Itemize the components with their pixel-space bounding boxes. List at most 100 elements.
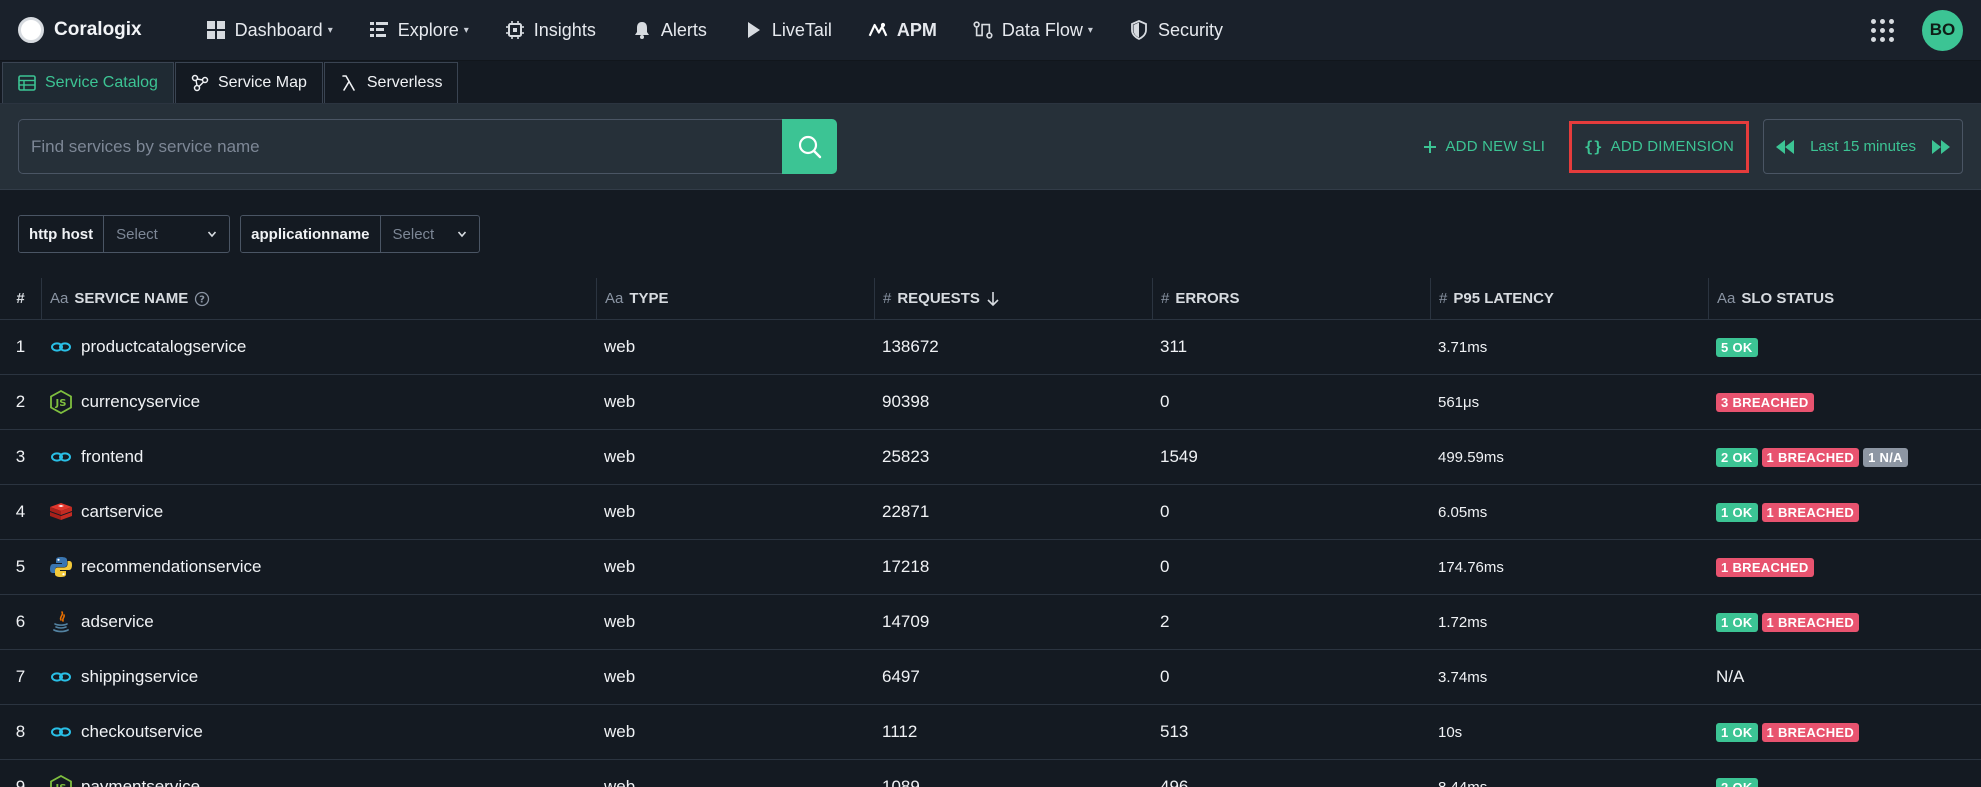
- tab-serverless[interactable]: Serverless: [323, 62, 459, 103]
- search-icon: [798, 135, 821, 158]
- column-header-index: #: [16, 290, 25, 307]
- service-name-cell[interactable]: frontend: [41, 430, 596, 484]
- nav-item-livetail[interactable]: LiveTail: [725, 0, 850, 60]
- slo-badge-ok[interactable]: 1 OK: [1716, 612, 1758, 632]
- search-input[interactable]: [18, 119, 782, 174]
- column-header-service-name[interactable]: Aa SERVICE NAME ?: [41, 278, 596, 319]
- caret-down-icon: ▾: [1087, 24, 1093, 36]
- add-new-sli-button[interactable]: ADD NEW SLI: [1411, 121, 1557, 173]
- service-name-link[interactable]: recommendationservice: [81, 557, 261, 577]
- coralogix-logo-icon: [18, 17, 44, 43]
- table-row[interactable]: 6 adservice web 14709 2 1.72ms 1 OK 1 BREACHED: [0, 595, 1981, 650]
- requests-value: 17218: [882, 557, 930, 576]
- sort-descending-icon[interactable]: [986, 291, 1000, 307]
- table-header: # Aa SERVICE NAME ? Aa TYPE # REQUESTS #…: [0, 278, 1981, 320]
- service-name-cell[interactable]: shippingservice: [41, 650, 596, 704]
- table-row[interactable]: 2 JS currencyservice web 90398 0 561μs 3 BREACH…: [0, 375, 1981, 430]
- slo-badge-breached[interactable]: 1 BREACHED: [1761, 447, 1860, 467]
- filter-select-http-host[interactable]: Select: [104, 216, 229, 252]
- nav-item-security[interactable]: Security: [1111, 0, 1241, 60]
- explore-icon: [369, 20, 389, 40]
- nav-item-alerts[interactable]: Alerts: [614, 0, 725, 60]
- logo[interactable]: Coralogix: [18, 17, 142, 43]
- table-row[interactable]: 7 shippingservice web 6497 0 3.74ms N/A: [0, 650, 1981, 705]
- requests-value: 6497: [882, 667, 920, 686]
- slo-badges: 5 OK: [1716, 337, 1758, 357]
- service-name-link[interactable]: currencyservice: [81, 392, 200, 412]
- time-range-picker[interactable]: Last 15 minutes: [1763, 119, 1963, 174]
- service-name-link[interactable]: cartservice: [81, 502, 163, 522]
- go-icon: [49, 445, 73, 469]
- service-name-link[interactable]: productcatalogservice: [81, 337, 246, 357]
- slo-badge-breached[interactable]: 1 BREACHED: [1761, 502, 1860, 522]
- nav-item-label: Alerts: [660, 19, 707, 40]
- filter-label: http host: [19, 216, 105, 252]
- caret-down-icon: ▾: [327, 24, 333, 36]
- service-name-cell[interactable]: checkoutservice: [41, 705, 596, 759]
- nav-item-insights[interactable]: Insights: [487, 0, 614, 60]
- service-name-link[interactable]: paymentservice: [81, 777, 200, 787]
- service-name-cell[interactable]: cartservice: [41, 485, 596, 539]
- tab-service-catalog[interactable]: Service Catalog: [2, 62, 174, 103]
- apps-grid-icon[interactable]: [1869, 17, 1896, 44]
- service-name-link[interactable]: shippingservice: [81, 667, 198, 687]
- service-name-link[interactable]: checkoutservice: [81, 722, 203, 742]
- column-header-slo-status[interactable]: Aa SLO STATUS: [1708, 278, 1981, 319]
- slo-badge-breached[interactable]: 1 BREACHED: [1761, 612, 1860, 632]
- service-name-cell[interactable]: adservice: [41, 595, 596, 649]
- user-avatar[interactable]: BO: [1922, 9, 1963, 51]
- table-row[interactable]: 9 JS paymentservice web 1089 496 8.44ms 2 OK: [0, 760, 1981, 787]
- table-row[interactable]: 5 recommendationservice web 17218 0 174.76ms 1…: [0, 540, 1981, 595]
- slo-status-cell: 1 OK 1 BREACHED: [1708, 595, 1981, 649]
- nav-item-explore[interactable]: Explore ▾: [351, 0, 487, 60]
- slo-badge-ok[interactable]: 2 OK: [1716, 777, 1758, 787]
- service-name-cell[interactable]: productcatalogservice: [41, 320, 596, 374]
- app-name: Coralogix: [54, 19, 142, 40]
- column-header-errors[interactable]: # ERRORS: [1152, 278, 1430, 319]
- errors-value: 311: [1160, 337, 1188, 356]
- slo-badge-breached[interactable]: 1 BREACHED: [1761, 722, 1860, 742]
- filter-select-placeholder: Select: [116, 225, 158, 243]
- rewind-icon[interactable]: [1776, 139, 1795, 154]
- p95-latency-value: 1.72ms: [1438, 613, 1488, 631]
- column-header-type[interactable]: Aa TYPE: [596, 278, 874, 319]
- column-header-p95-latency[interactable]: # P95 LATENCY: [1430, 278, 1708, 319]
- tab-service-map[interactable]: Service Map: [174, 62, 323, 103]
- filter-label: applicationname: [241, 216, 381, 252]
- help-icon[interactable]: ?: [194, 291, 210, 307]
- search-button[interactable]: [782, 119, 837, 174]
- plus-icon: [1424, 140, 1437, 153]
- table-row[interactable]: 1 productcatalogservice web 138672 311 3.71ms…: [0, 320, 1981, 375]
- service-name-cell[interactable]: JS currencyservice: [41, 375, 596, 429]
- nav-item-data-flow[interactable]: Data Flow ▾: [955, 0, 1111, 60]
- slo-badge-breached[interactable]: 3 BREACHED: [1716, 392, 1814, 412]
- column-header-label: P95 LATENCY: [1453, 290, 1554, 307]
- service-table: # Aa SERVICE NAME ? Aa TYPE # REQUESTS #…: [0, 278, 1981, 787]
- table-row[interactable]: 3 frontend web 25823 1549 499.59ms 2 OK 1 BREAC…: [0, 430, 1981, 485]
- slo-badge-breached[interactable]: 1 BREACHED: [1716, 557, 1814, 577]
- fast-forward-icon[interactable]: [1932, 139, 1950, 154]
- slo-badge-na[interactable]: 1 N/A: [1863, 447, 1908, 467]
- nav-item-dashboard[interactable]: Dashboard ▾: [188, 0, 351, 60]
- slo-badge-ok[interactable]: 2 OK: [1716, 447, 1758, 467]
- table-row[interactable]: 8 checkoutservice web 1112 513 10s 1 OK 1 BREAC…: [0, 705, 1981, 760]
- filter-select-applicationname[interactable]: Select: [381, 216, 479, 252]
- p95-latency-value: 174.76ms: [1438, 558, 1504, 576]
- slo-badge-ok[interactable]: 1 OK: [1716, 502, 1758, 522]
- service-name-cell[interactable]: recommendationservice: [41, 540, 596, 594]
- nav-item-apm[interactable]: APM: [850, 0, 955, 60]
- slo-badge-ok[interactable]: 1 OK: [1716, 722, 1758, 742]
- table-row[interactable]: 4 cartservice web 22871 0 6.05ms 1 OK 1 BREACHE…: [0, 485, 1981, 540]
- service-name-link[interactable]: adservice: [81, 612, 154, 632]
- requests-value: 90398: [882, 392, 930, 411]
- slo-badge-ok[interactable]: 5 OK: [1716, 337, 1758, 357]
- row-index: 4: [15, 502, 26, 521]
- service-name-link[interactable]: frontend: [81, 447, 143, 467]
- add-new-sli-label: ADD NEW SLI: [1445, 138, 1546, 155]
- service-name-cell[interactable]: JS paymentservice: [41, 760, 596, 787]
- add-dimension-button[interactable]: {} ADD DIMENSION: [1569, 120, 1750, 173]
- column-header-requests[interactable]: # REQUESTS: [874, 278, 1152, 319]
- number-type-icon: #: [883, 290, 892, 307]
- filter-bar: http host Select applicationname Select: [0, 190, 1981, 278]
- row-index: 2: [15, 392, 26, 411]
